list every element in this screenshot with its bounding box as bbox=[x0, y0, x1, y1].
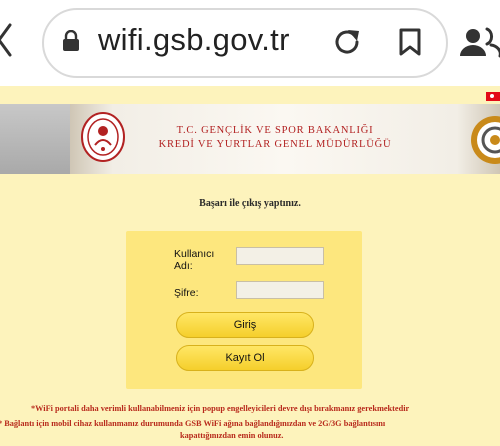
turkish-flag-icon bbox=[486, 92, 500, 101]
bookmark-icon[interactable] bbox=[398, 27, 422, 57]
mobile-connection-note: * Bağlantı için mobil cihaz kullanmanız … bbox=[0, 419, 386, 428]
lock-icon bbox=[63, 30, 79, 51]
register-button[interactable]: Kayıt Ol bbox=[176, 345, 314, 371]
back-chevron-icon[interactable] bbox=[0, 22, 16, 58]
ministry-seal-icon bbox=[81, 112, 125, 162]
browser-toolbar: wifi.gsb.gov.tr bbox=[0, 0, 500, 86]
portal-page: T.C. GENÇLİK VE SPOR BAKANLIĞI KREDİ VE … bbox=[0, 86, 500, 446]
username-label: Kullanıcı Adı: bbox=[174, 248, 215, 272]
url-text[interactable]: wifi.gsb.gov.tr bbox=[98, 22, 290, 58]
password-label: Şifre: bbox=[174, 287, 199, 299]
username-input[interactable] bbox=[236, 247, 324, 265]
people-icon[interactable] bbox=[460, 26, 500, 58]
password-input[interactable] bbox=[236, 281, 324, 299]
popup-warning-note: *WiFi portali daha verimli kullanabilmen… bbox=[31, 404, 410, 413]
reload-icon[interactable] bbox=[332, 27, 362, 57]
mobile-connection-note-cont: kapattığınızdan emin olunuz. bbox=[180, 431, 284, 440]
header-line2: KREDİ VE YURTLAR GENEL MÜDÜRLÜĞÜ bbox=[158, 139, 392, 150]
logout-message: Başarı ile çıkış yaptınız. bbox=[199, 198, 301, 209]
login-button[interactable]: Giriş bbox=[176, 312, 314, 338]
header-line1: T.C. GENÇLİK VE SPOR BAKANLIĞI bbox=[176, 125, 374, 136]
kyk-logo-icon bbox=[471, 116, 500, 164]
header-banner: T.C. GENÇLİK VE SPOR BAKANLIĞI KREDİ VE … bbox=[0, 104, 500, 174]
header-title: T.C. GENÇLİK VE SPOR BAKANLIĞI KREDİ VE … bbox=[150, 124, 400, 152]
